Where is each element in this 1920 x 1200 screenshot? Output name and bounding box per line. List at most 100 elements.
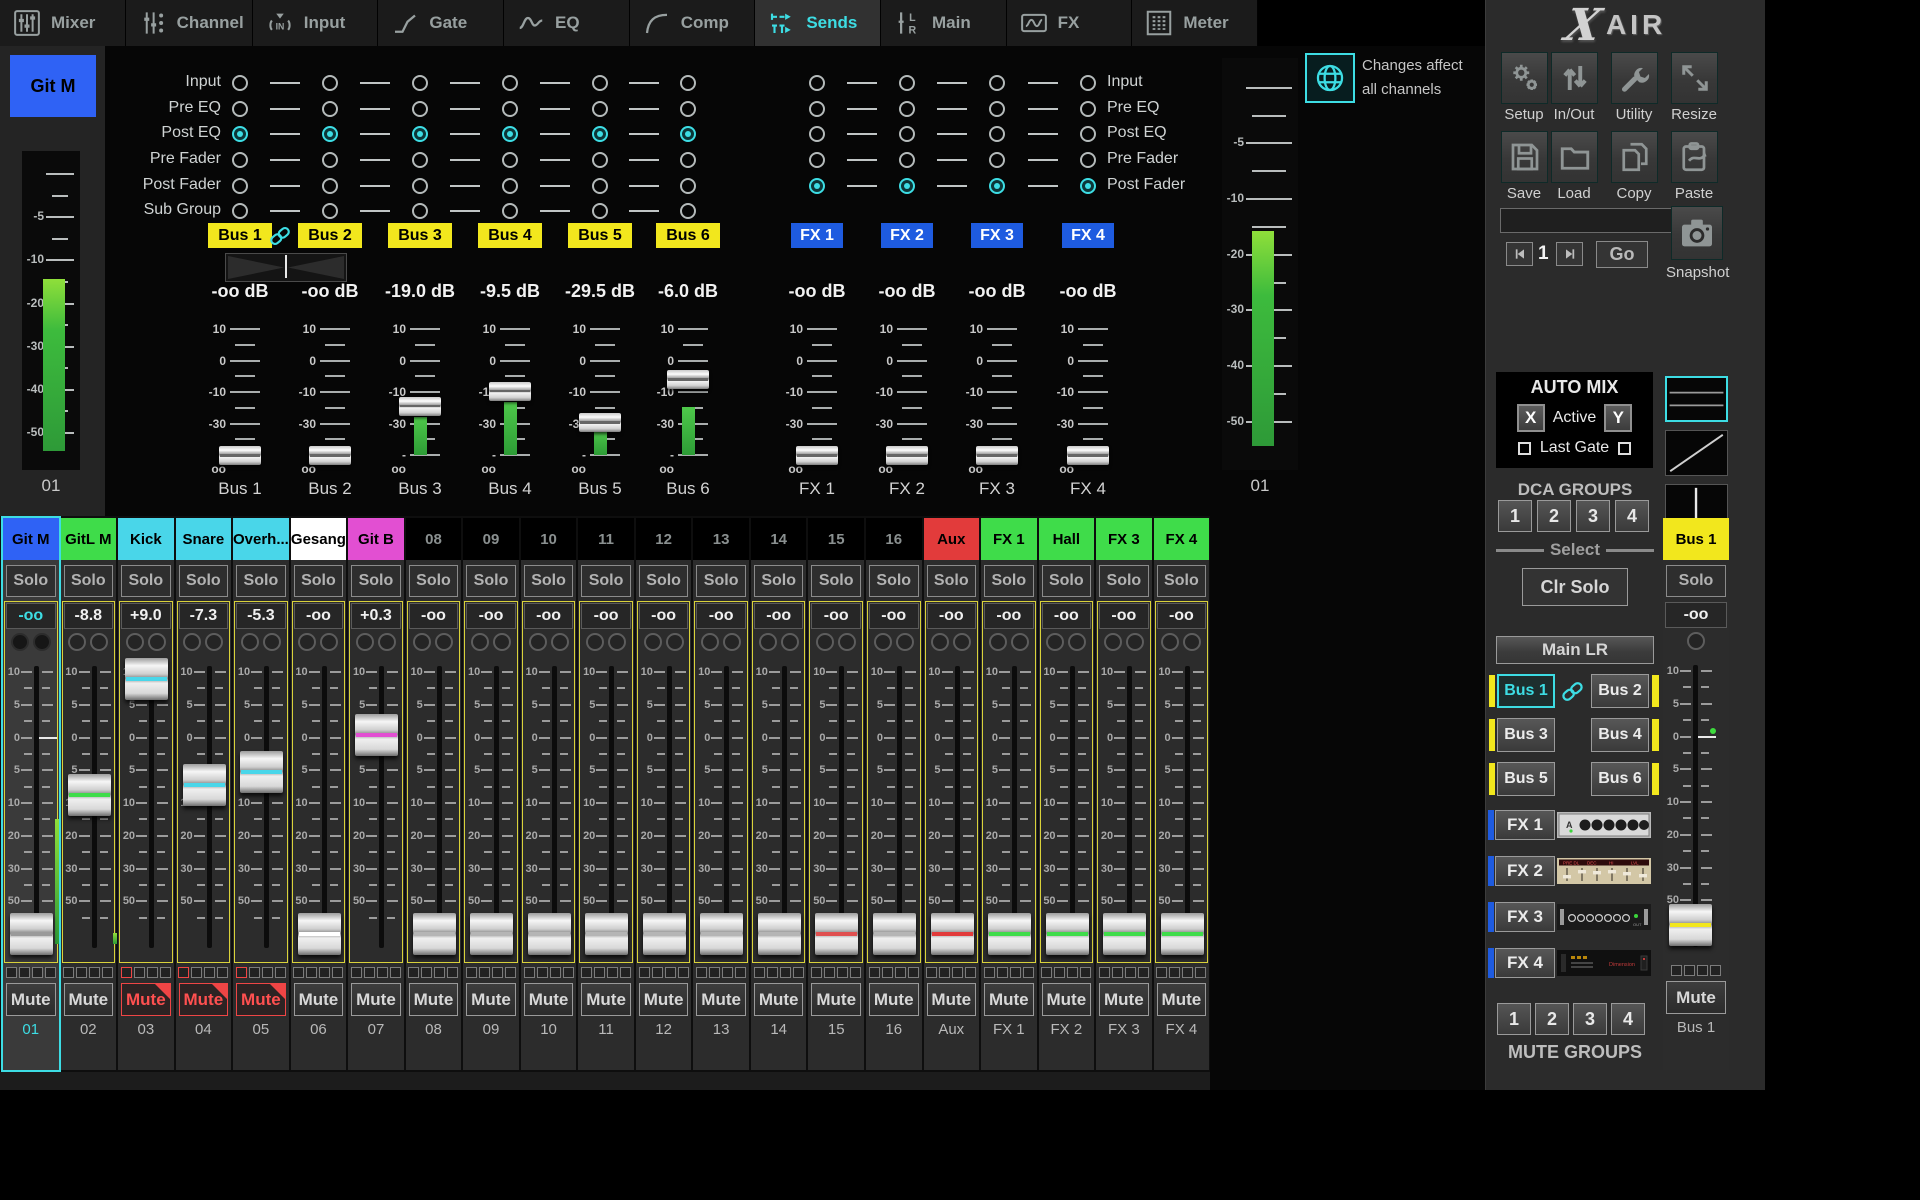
mute-group-indicator-3[interactable] — [722, 967, 733, 978]
channel-name-snare[interactable]: Snare — [176, 518, 232, 560]
mute-button-git-m[interactable]: Mute — [6, 983, 56, 1016]
fx-tap-radio-fx-1-input[interactable] — [809, 75, 825, 91]
send-fader-handle[interactable] — [219, 446, 261, 465]
bus-tap-radio-bus-6-sub-group[interactable] — [680, 203, 696, 219]
channel-knob[interactable] — [1126, 633, 1144, 651]
bus-tap-radio-bus-3-pre-eq[interactable] — [412, 101, 428, 117]
channel-knob[interactable] — [989, 633, 1007, 651]
bus-tap-radio-bus-6-post-eq[interactable] — [680, 126, 696, 142]
channel-knob[interactable] — [931, 633, 949, 651]
send-fader-handle[interactable] — [667, 370, 709, 389]
channel-knob[interactable] — [953, 633, 971, 651]
channel-name-10[interactable]: 10 — [521, 518, 577, 560]
mute-group-indicator-2[interactable] — [824, 967, 835, 978]
channel-fader-handle[interactable] — [183, 764, 226, 806]
send-destination-bus-6[interactable]: Bus 6 — [656, 223, 720, 248]
channel-fader-handle[interactable] — [585, 913, 628, 955]
channel-knob[interactable] — [1161, 633, 1179, 651]
send-destination-fx-2[interactable]: FX 2 — [881, 223, 933, 248]
channel-knob[interactable] — [723, 633, 741, 651]
tool-setup-button[interactable] — [1501, 52, 1548, 104]
snapshot-prev-button[interactable] — [1506, 242, 1533, 266]
mute-group-indicator-1[interactable] — [581, 967, 592, 978]
channel-knob[interactable] — [644, 633, 662, 651]
send-fader-handle[interactable] — [579, 413, 621, 432]
channel-knob[interactable] — [838, 633, 856, 651]
view-thumbnail-meters[interactable] — [1665, 376, 1728, 422]
mute-group-indicator-2[interactable] — [939, 967, 950, 978]
channel-fader-handle[interactable] — [931, 913, 974, 955]
channel-knob[interactable] — [183, 633, 201, 651]
mute-group-indicator-4[interactable] — [563, 967, 574, 978]
channel-fader-handle[interactable] — [298, 913, 341, 955]
channel-name-bus-1[interactable]: Bus 1 — [1663, 518, 1729, 560]
mute-button-13[interactable]: Mute — [696, 983, 746, 1016]
fx-tap-radio-fx-4-pre-fader[interactable] — [1080, 152, 1096, 168]
channel-fader-handle[interactable] — [355, 714, 398, 756]
solo-button-fx-1[interactable]: Solo — [984, 565, 1034, 597]
channel-fader-handle[interactable] — [413, 913, 456, 955]
fx-tap-radio-fx-4-input[interactable] — [1080, 75, 1096, 91]
fx-tap-radio-fx-2-pre-eq[interactable] — [899, 101, 915, 117]
mute-group-indicator-1[interactable] — [639, 967, 650, 978]
mute-group-indicator-2[interactable] — [1169, 967, 1180, 978]
mute-group-indicator-2[interactable] — [652, 967, 663, 978]
bus-tap-radio-bus-4-sub-group[interactable] — [502, 203, 518, 219]
bus-tap-radio-bus-1-post-eq[interactable] — [232, 126, 248, 142]
mute-group-indicator-3[interactable] — [434, 967, 445, 978]
mute-group-indicator-4[interactable] — [735, 967, 746, 978]
channel-fader-handle[interactable] — [988, 913, 1031, 955]
channel-name-13[interactable]: 13 — [693, 518, 749, 560]
channel-knob[interactable] — [378, 633, 396, 651]
mute-group-indicator-4[interactable] — [908, 967, 919, 978]
send-fader-handle[interactable] — [489, 382, 531, 401]
mute-group-indicator-2[interactable] — [1054, 967, 1065, 978]
mute-group-indicator-1[interactable] — [1156, 967, 1167, 978]
mute-group-indicator-3[interactable] — [780, 967, 791, 978]
tab-channel[interactable]: Channel — [126, 0, 253, 46]
mute-group-indicator-2[interactable] — [19, 967, 30, 978]
file-paste-button[interactable] — [1671, 131, 1718, 183]
channel-knob[interactable] — [68, 633, 86, 651]
channel-knob[interactable] — [435, 633, 453, 651]
mute-group-indicator-2[interactable] — [767, 967, 778, 978]
mute-button-kick[interactable]: Mute — [121, 983, 171, 1016]
channel-knob[interactable] — [11, 633, 29, 651]
mute-group-indicator-1[interactable] — [869, 967, 880, 978]
solo-button-14[interactable]: Solo — [754, 565, 804, 597]
mute-group-indicator-4[interactable] — [505, 967, 516, 978]
mute-group-indicator-4[interactable] — [217, 967, 228, 978]
mute-button-15[interactable]: Mute — [811, 983, 861, 1016]
fx-rack-thumbnail-fx-1[interactable]: A — [1557, 812, 1651, 838]
channel-knob[interactable] — [781, 633, 799, 651]
fx-tap-radio-fx-4-post-eq[interactable] — [1080, 126, 1096, 142]
send-destination-bus-1[interactable]: Bus 1 — [208, 223, 272, 248]
bus-tap-radio-bus-4-input[interactable] — [502, 75, 518, 91]
fx-tap-radio-fx-3-post-fader[interactable] — [989, 178, 1005, 194]
fx-tap-radio-fx-1-post-fader[interactable] — [809, 178, 825, 194]
view-thumbnail-curve[interactable] — [1665, 430, 1728, 476]
dca-group-button-1[interactable]: 1 — [1498, 500, 1532, 532]
mute-group-indicator-1[interactable] — [696, 967, 707, 978]
selected-channel-button[interactable]: Git M — [10, 55, 96, 117]
solo-button-gitl-m[interactable]: Solo — [64, 565, 114, 597]
channel-knob[interactable] — [1183, 633, 1201, 651]
fx-tap-radio-fx-4-post-fader[interactable] — [1080, 178, 1096, 194]
send-destination-bus-3[interactable]: Bus 3 — [388, 223, 452, 248]
channel-fader-handle[interactable] — [1669, 904, 1712, 946]
solo-button-bus-1[interactable]: Solo — [1666, 565, 1726, 597]
channel-knob[interactable] — [126, 633, 144, 651]
changes-affect-all-button[interactable] — [1305, 53, 1355, 103]
select-fx-button-fx-2[interactable]: FX 2 — [1495, 856, 1555, 886]
mute-group-indicator-1[interactable] — [926, 967, 937, 978]
bus-tap-radio-bus-6-post-fader[interactable] — [680, 178, 696, 194]
main-lr-button[interactable]: Main LR — [1496, 636, 1654, 664]
fx-tap-radio-fx-2-post-fader[interactable] — [899, 178, 915, 194]
bus-tap-radio-bus-3-sub-group[interactable] — [412, 203, 428, 219]
mute-button-git-b[interactable]: Mute — [351, 983, 401, 1016]
bus-tap-radio-bus-4-pre-eq[interactable] — [502, 101, 518, 117]
automix-y-button[interactable]: Y — [1604, 404, 1632, 432]
mute-group-indicator-4[interactable] — [390, 967, 401, 978]
mute-group-indicator-4[interactable] — [447, 967, 458, 978]
channel-fader-handle[interactable] — [125, 658, 168, 700]
